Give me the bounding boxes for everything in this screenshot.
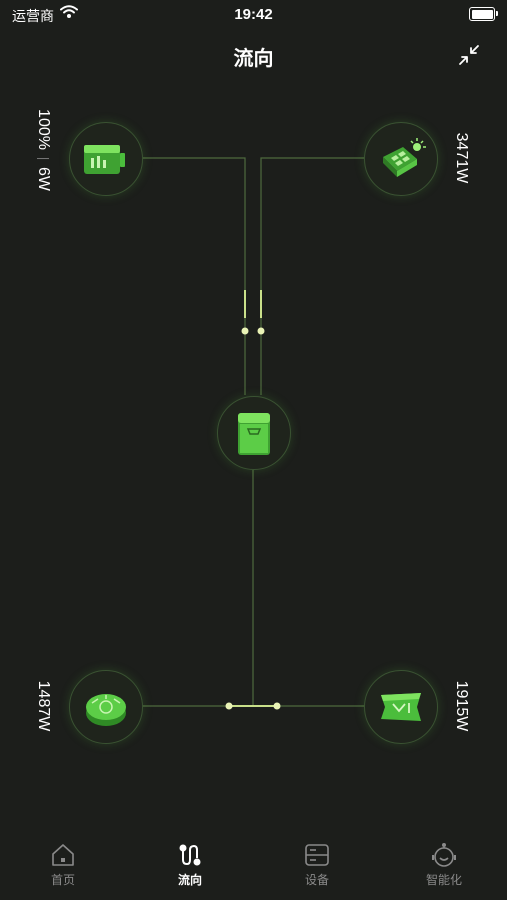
generator-icon [86,694,126,726]
generator-node[interactable] [69,670,143,744]
tab-flow[interactable]: 流向 [150,842,230,888]
inverter-node[interactable] [217,396,291,470]
grid-power: 1915W [453,680,470,732]
tab-home-label: 首页 [50,873,75,887]
tab-flow-label: 流向 [177,873,202,887]
battery-icon [84,145,125,174]
solar-flow-line [260,157,365,395]
solar-flow-dot [257,327,265,335]
generator-flow-dot [225,702,233,710]
battery-percent: 100% [35,109,52,150]
grid-icon [381,693,421,721]
battery-flow-dot [241,327,249,335]
generator-power: 1487W [35,680,52,732]
solar-panel-icon [383,138,426,177]
battery-node[interactable] [69,122,143,196]
tab-bar: 首页 流向 设备 智能化 [0,836,507,900]
tab-device-label: 设备 [304,873,329,887]
battery-readout: 100% 6W [34,109,52,191]
solar-power: 3471W [453,132,470,184]
inverter-icon [238,413,270,455]
divider [37,157,50,159]
grid-node[interactable] [364,670,438,744]
battery-power: 6W [35,166,52,191]
solar-node[interactable] [364,122,438,196]
home-icon [52,844,74,866]
tab-smart[interactable]: 智能化 [404,842,484,888]
grid-flow-dot [273,702,281,710]
tab-home[interactable]: 首页 [23,842,103,888]
tab-smart-label: 智能化 [425,873,462,887]
device-icon [305,844,329,866]
flow-icon [179,844,201,866]
tab-device[interactable]: 设备 [277,842,357,888]
battery-flow-line [142,157,246,395]
robot-icon [432,843,456,867]
